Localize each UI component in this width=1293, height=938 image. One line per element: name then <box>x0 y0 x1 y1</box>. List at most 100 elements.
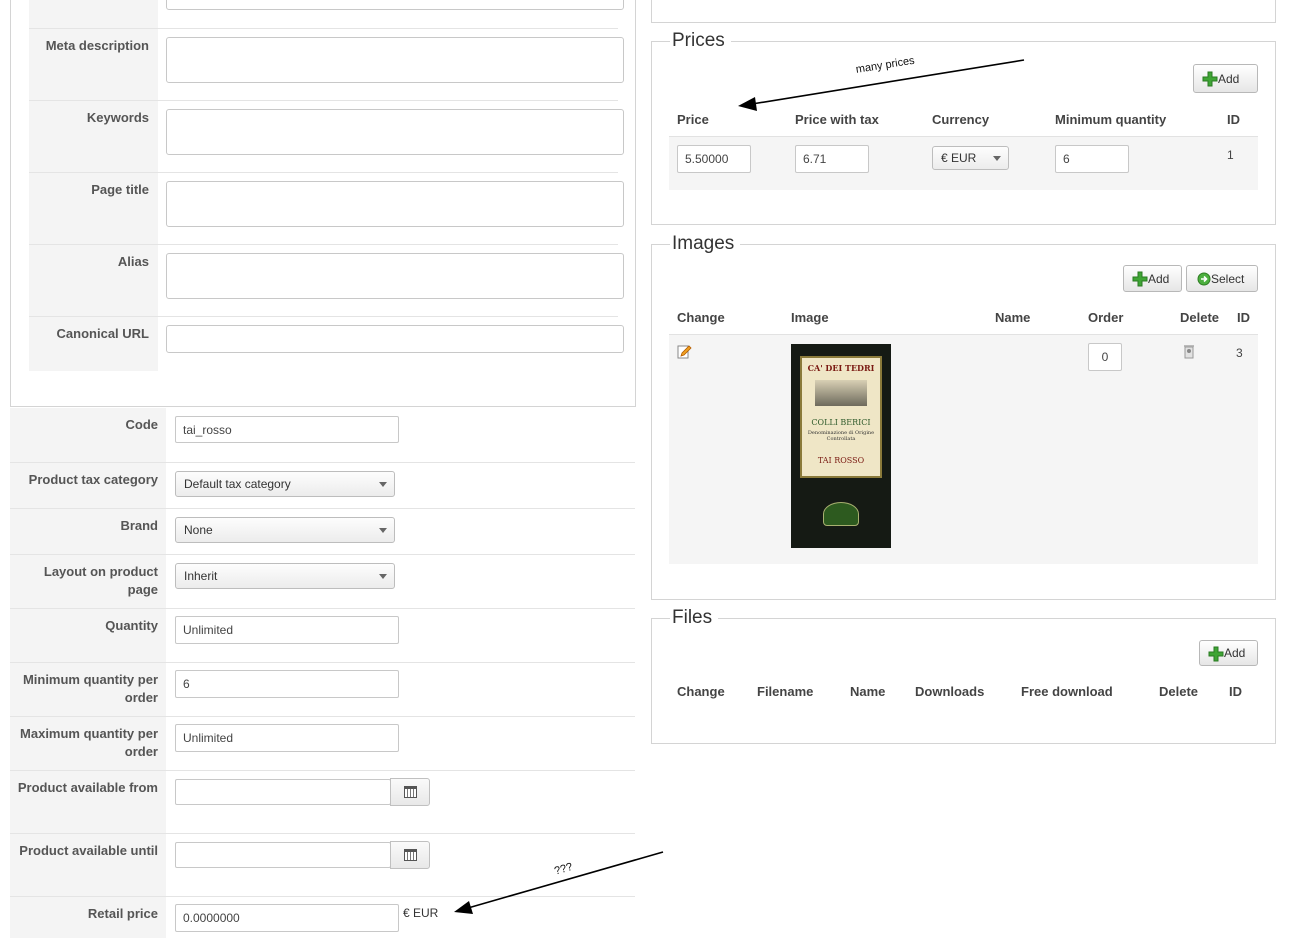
min-qty-input[interactable]: 6 <box>175 670 399 698</box>
add-plus-icon <box>1208 646 1224 662</box>
trash-icon[interactable] <box>1183 344 1195 359</box>
files-col-name: Name <box>850 684 886 699</box>
chevron-down-icon <box>993 156 1001 161</box>
layout-select[interactable]: Inherit <box>175 563 395 589</box>
available-from-calendar-button[interactable] <box>390 778 430 806</box>
prices-col-price: Price <box>677 112 709 127</box>
meta-description-label: Meta description <box>29 29 158 100</box>
seo-row-page-title: Page title <box>29 172 624 244</box>
brand-value: None <box>184 523 213 537</box>
prices-legend: Prices <box>670 30 731 52</box>
min-qty-label: Minimum quantity per order <box>10 663 166 716</box>
image-id: 3 <box>1236 346 1243 360</box>
tax-category-value: Default tax category <box>184 477 291 491</box>
wine-label-illustration <box>815 380 867 406</box>
retail-price-currency: € EUR <box>403 906 439 920</box>
row-available-until: Product available until <box>10 833 635 896</box>
wine-label-brand: CA' DEI TEDRI <box>807 363 875 373</box>
tax-category-select[interactable]: Default tax category <box>175 471 395 497</box>
prices-fieldset <box>651 41 1276 225</box>
images-col-delete: Delete <box>1180 310 1220 325</box>
tax-category-label: Product tax category <box>10 463 166 508</box>
images-add-button[interactable]: Add <box>1123 265 1182 292</box>
code-input[interactable]: tai_rosso <box>175 416 399 443</box>
edit-pencil-icon[interactable] <box>677 344 693 360</box>
price-currency-value: € EUR <box>941 151 977 165</box>
keywords-textarea[interactable] <box>166 109 624 155</box>
chevron-down-icon <box>379 528 387 533</box>
images-legend: Images <box>670 233 741 255</box>
quantity-label: Quantity <box>10 609 166 662</box>
wine-label: CA' DEI TEDRI COLLI BERICI Denominazione… <box>800 356 882 478</box>
files-fieldset <box>651 618 1276 744</box>
files-add-label: Add <box>1224 646 1246 660</box>
wine-emblem <box>823 502 859 526</box>
chevron-down-icon <box>379 574 387 579</box>
seo-row-alias: Alias <box>29 244 624 316</box>
prices-col-id: ID <box>1227 112 1240 127</box>
add-plus-icon <box>1202 71 1218 87</box>
images-col-id: ID <box>1237 310 1250 325</box>
files-col-downloads: Downloads <box>915 684 985 699</box>
price-currency-select[interactable]: € EUR <box>932 146 1009 170</box>
images-col-change: Change <box>677 310 725 325</box>
product-image: CA' DEI TEDRI COLLI BERICI Denominazione… <box>791 344 891 548</box>
add-plus-icon <box>1132 271 1148 287</box>
seo-row-keywords: Keywords <box>29 100 624 172</box>
code-label: Code <box>10 408 166 462</box>
seo-label-top <box>29 0 158 28</box>
brand-label: Brand <box>10 509 166 554</box>
retail-price-label: Retail price <box>10 897 166 938</box>
row-quantity: Quantity Unlimited <box>10 608 635 662</box>
images-table-row: CA' DEI TEDRI COLLI BERICI Denominazione… <box>669 334 1258 564</box>
price-with-tax-input[interactable]: 6.71 <box>795 145 869 173</box>
retail-price-input[interactable]: 0.0000000 <box>175 904 399 932</box>
quantity-input[interactable]: Unlimited <box>175 616 399 644</box>
meta-description-textarea[interactable] <box>166 37 624 83</box>
price-id: 1 <box>1227 148 1234 162</box>
available-from-label: Product available from <box>10 771 166 833</box>
available-until-calendar-button[interactable] <box>390 841 430 869</box>
prices-add-label: Add <box>1218 71 1240 86</box>
layout-label: Layout on product page <box>10 555 166 608</box>
files-col-delete: Delete <box>1159 684 1199 699</box>
seo-fieldset: Meta description Keywords Page title Ali… <box>10 0 636 407</box>
price-min-qty-input[interactable]: 6 <box>1055 145 1129 173</box>
row-layout: Layout on product page Inherit <box>10 554 635 608</box>
files-add-button[interactable]: Add <box>1199 640 1258 666</box>
upper-fieldset <box>651 0 1276 23</box>
alias-textarea[interactable] <box>166 253 624 299</box>
row-brand: Brand None <box>10 508 635 554</box>
images-col-image: Image <box>791 310 829 325</box>
canonical-url-input[interactable] <box>166 325 624 353</box>
available-until-input[interactable] <box>175 842 391 868</box>
image-order-input[interactable]: 0 <box>1088 343 1122 371</box>
row-tax-category: Product tax category Default tax categor… <box>10 462 635 508</box>
available-from-input[interactable] <box>175 779 391 805</box>
files-col-free-download: Free download <box>1021 684 1113 699</box>
seo-top-field[interactable] <box>166 0 624 10</box>
prices-col-currency: Currency <box>932 112 990 127</box>
seo-row-top <box>29 0 624 28</box>
images-select-label: Select <box>1211 271 1245 286</box>
row-retail-price: Retail price 0.0000000 € EUR <box>10 896 635 938</box>
prices-add-button[interactable]: Add <box>1193 64 1258 93</box>
seo-row-canonical-url: Canonical URL <box>29 316 624 371</box>
chevron-down-icon <box>379 482 387 487</box>
max-qty-input[interactable]: Unlimited <box>175 724 399 752</box>
canonical-url-label: Canonical URL <box>29 317 158 371</box>
prices-table-row: 5.50000 6.71 € EUR 6 1 <box>669 136 1258 190</box>
files-col-change: Change <box>677 684 725 699</box>
brand-select[interactable]: None <box>175 517 395 543</box>
page-title-textarea[interactable] <box>166 181 624 227</box>
calendar-icon <box>404 849 417 861</box>
row-code: Code tai_rosso <box>10 408 635 462</box>
select-arrow-icon <box>1197 272 1211 286</box>
images-select-button[interactable]: Select <box>1186 265 1258 292</box>
row-min-qty: Minimum quantity per order 6 <box>10 662 635 716</box>
row-max-qty: Maximum quantity per order Unlimited <box>10 716 635 770</box>
price-input[interactable]: 5.50000 <box>677 145 751 173</box>
wine-label-name: TAI ROSSO <box>817 456 865 465</box>
layout-value: Inherit <box>184 569 218 583</box>
row-available-from: Product available from <box>10 770 635 833</box>
